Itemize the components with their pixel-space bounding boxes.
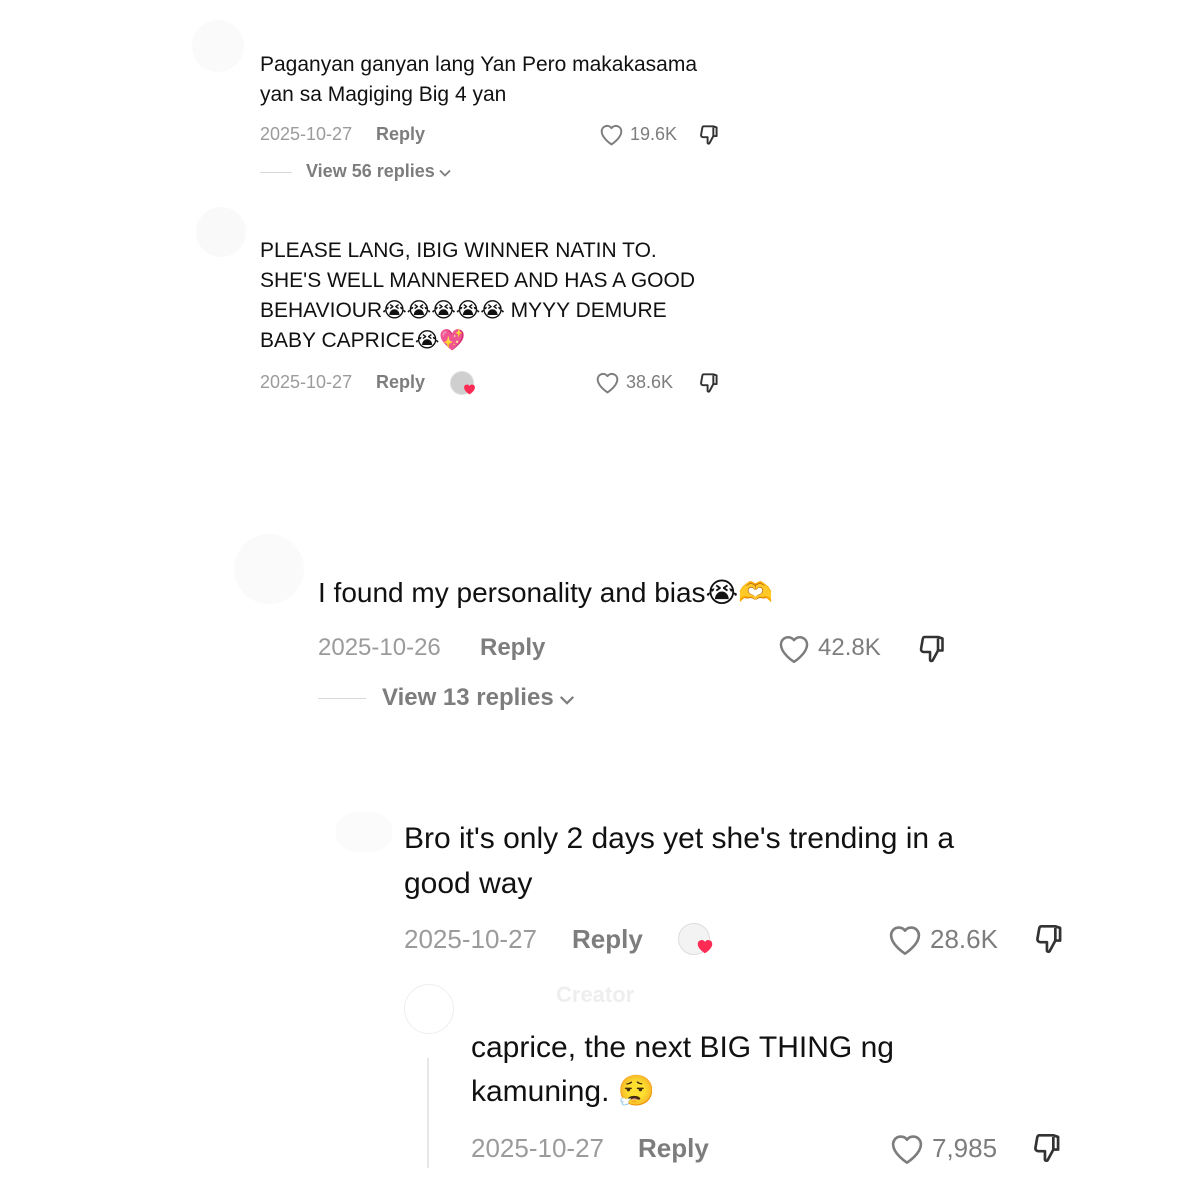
reply-button[interactable]: Reply — [638, 1133, 709, 1164]
like-count: 7,985 — [932, 1132, 998, 1163]
creator-heart-icon — [696, 938, 714, 959]
chevron-down-icon — [559, 684, 575, 712]
author-tag: Creator — [556, 982, 635, 1007]
comment-date: 2025-10-27 — [471, 1133, 604, 1163]
reply-button[interactable]: Reply — [572, 924, 643, 955]
like-count: 28.6K — [930, 923, 998, 954]
view-replies-label: View 13 replies — [382, 684, 554, 711]
like-button[interactable]: 42.8K — [776, 632, 881, 664]
like-button[interactable]: 28.6K — [886, 922, 998, 956]
avatar[interactable] — [196, 207, 246, 257]
comment-date: 2025-10-26 — [318, 634, 441, 661]
comment-text: I found my personality and bias😭🫶 — [318, 577, 774, 608]
dislike-icon[interactable] — [696, 122, 722, 153]
heart-outline-icon — [888, 1131, 926, 1165]
dislike-icon[interactable] — [696, 370, 722, 401]
like-count: 38.6K — [626, 371, 674, 392]
comment-text: Bro it's only 2 days yet she's trending … — [404, 822, 955, 900]
view-replies-label: View 56 replies — [306, 161, 435, 181]
comment-text: Paganyan ganyan lang Yan Pero makakasama… — [260, 53, 698, 106]
heart-outline-icon — [886, 922, 924, 956]
dislike-icon[interactable] — [1030, 920, 1068, 963]
like-button[interactable]: 19.6K — [598, 122, 677, 146]
dislike-icon[interactable] — [914, 631, 950, 672]
view-replies-button[interactable]: View 56 replies — [306, 161, 451, 182]
chevron-down-icon — [439, 161, 451, 182]
comment-date: 2025-10-27 — [260, 124, 353, 144]
view-replies-button[interactable]: View 13 replies — [382, 684, 575, 712]
reply-button[interactable]: Reply — [480, 634, 545, 662]
creator-heart-icon — [463, 382, 476, 400]
comment-text: caprice, the next BIG THING ng kamuning.… — [471, 1031, 894, 1108]
avatar[interactable] — [234, 534, 304, 604]
thread-line — [427, 1058, 429, 1168]
comment-text: PLEASE LANG, IBIG WINNER NATIN TO. SHE'S… — [260, 239, 696, 352]
heart-outline-icon — [594, 370, 621, 394]
reply-button[interactable]: Reply — [376, 124, 425, 145]
comment-date: 2025-10-27 — [404, 924, 537, 954]
view-replies-divider — [260, 172, 292, 173]
dislike-icon[interactable] — [1028, 1129, 1066, 1172]
heart-outline-icon — [598, 122, 625, 146]
heart-outline-icon — [776, 632, 812, 664]
comment-date: 2025-10-27 — [260, 372, 353, 392]
like-button[interactable]: 38.6K — [594, 370, 673, 394]
like-count: 19.6K — [630, 123, 678, 144]
avatar[interactable] — [404, 984, 454, 1034]
like-button[interactable]: 7,985 — [888, 1131, 997, 1165]
reply-button[interactable]: Reply — [376, 372, 425, 393]
avatar[interactable] — [192, 20, 244, 72]
like-count: 42.8K — [818, 634, 881, 661]
view-replies-divider — [318, 698, 366, 699]
avatar[interactable] — [336, 812, 392, 852]
